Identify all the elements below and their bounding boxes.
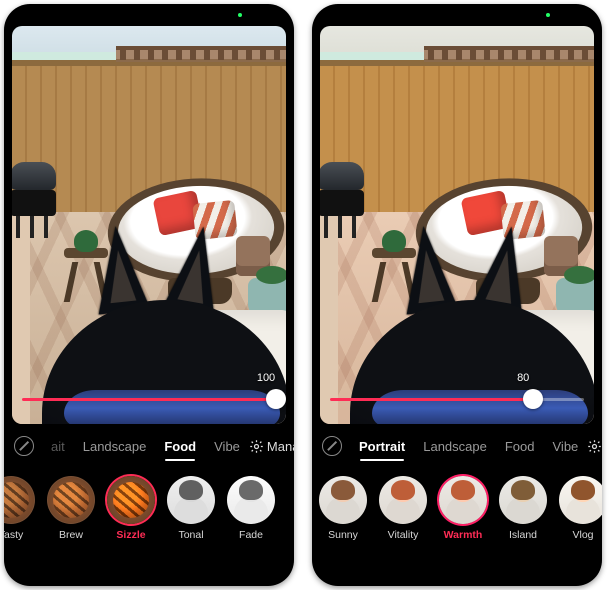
slider-thumb[interactable] <box>523 389 543 409</box>
tab-landscape[interactable]: Landscape <box>74 435 156 458</box>
filter-thumb-vitality <box>379 476 427 524</box>
no-filter-icon[interactable] <box>322 436 342 456</box>
slider-thumb[interactable] <box>266 389 286 409</box>
filter-label: Fade <box>224 529 278 541</box>
grill-icon <box>12 162 58 238</box>
filter-sunny[interactable]: Sunny <box>316 476 370 541</box>
filter-label: Warmth <box>436 529 490 541</box>
filter-thumb-tonal <box>167 476 215 524</box>
manage-button[interactable]: Manage <box>267 439 294 454</box>
tab-vibe[interactable]: Vibe <box>205 435 249 458</box>
filter-warmth[interactable]: Warmth <box>436 476 490 541</box>
filter-vitality[interactable]: Vitality <box>376 476 430 541</box>
slider-fill <box>330 398 533 401</box>
filter-label: Vlog <box>556 529 602 541</box>
filter-label: Island <box>496 529 550 541</box>
filter-thumb-vlog <box>559 476 602 524</box>
filter-thumb-island <box>499 476 547 524</box>
slider-value: 100 <box>257 372 275 384</box>
tab-landscape[interactable]: Landscape <box>414 435 496 458</box>
filter-thumb-fade <box>227 476 275 524</box>
phone-left: 100 ait Landscape Food Vibe Manage Tasty… <box>4 4 294 586</box>
tab-food[interactable]: Food <box>496 435 544 458</box>
gear-icon[interactable] <box>587 439 602 454</box>
camera-dot-icon <box>546 13 550 17</box>
filter-brew[interactable]: Brew <box>44 476 98 541</box>
filter-thumb-tasty <box>4 476 35 524</box>
filter-label: Sunny <box>316 529 370 541</box>
filter-vlog[interactable]: Vlog <box>556 476 602 541</box>
tab-portrait[interactable]: Portrait <box>350 435 414 458</box>
camera-dot-icon <box>238 13 242 17</box>
filter-label: Brew <box>44 529 98 541</box>
intensity-slider[interactable]: 80 <box>330 384 584 412</box>
tab-portrait-cut[interactable]: ait <box>42 435 74 458</box>
filter-category-tabs: Portrait Landscape Food Vibe <box>312 428 602 464</box>
filter-island[interactable]: Island <box>496 476 550 541</box>
tab-food[interactable]: Food <box>155 435 205 458</box>
filter-strip[interactable]: Tasty Brew Sizzle Tonal Fade <box>4 470 294 578</box>
filter-thumb-brew <box>47 476 95 524</box>
tab-vibe[interactable]: Vibe <box>544 435 588 458</box>
filter-label: Vitality <box>376 529 430 541</box>
filter-label: Tasty <box>4 529 38 541</box>
filter-sizzle[interactable]: Sizzle <box>104 476 158 541</box>
gear-icon[interactable] <box>249 439 264 454</box>
no-filter-icon[interactable] <box>14 436 34 456</box>
filter-strip[interactable]: Sunny Vitality Warmth Island Vlog <box>312 470 602 578</box>
camera-viewport[interactable]: 80 <box>320 26 594 424</box>
slider-value: 80 <box>517 372 529 384</box>
filter-tasty[interactable]: Tasty <box>4 476 38 541</box>
filter-label: Sizzle <box>104 529 158 541</box>
filter-label: Tonal <box>164 529 218 541</box>
filter-tonal[interactable]: Tonal <box>164 476 218 541</box>
phone-right: 80 Portrait Landscape Food Vibe Sunny Vit… <box>312 4 602 586</box>
camera-viewport[interactable]: 100 <box>12 26 286 424</box>
intensity-slider[interactable]: 100 <box>22 384 276 412</box>
filter-category-tabs: ait Landscape Food Vibe Manage <box>4 428 294 464</box>
slider-fill <box>22 398 276 401</box>
filter-thumb-warmth <box>439 476 487 524</box>
filter-fade[interactable]: Fade <box>224 476 278 541</box>
filter-thumb-sizzle <box>107 476 155 524</box>
filter-thumb-sunny <box>319 476 367 524</box>
